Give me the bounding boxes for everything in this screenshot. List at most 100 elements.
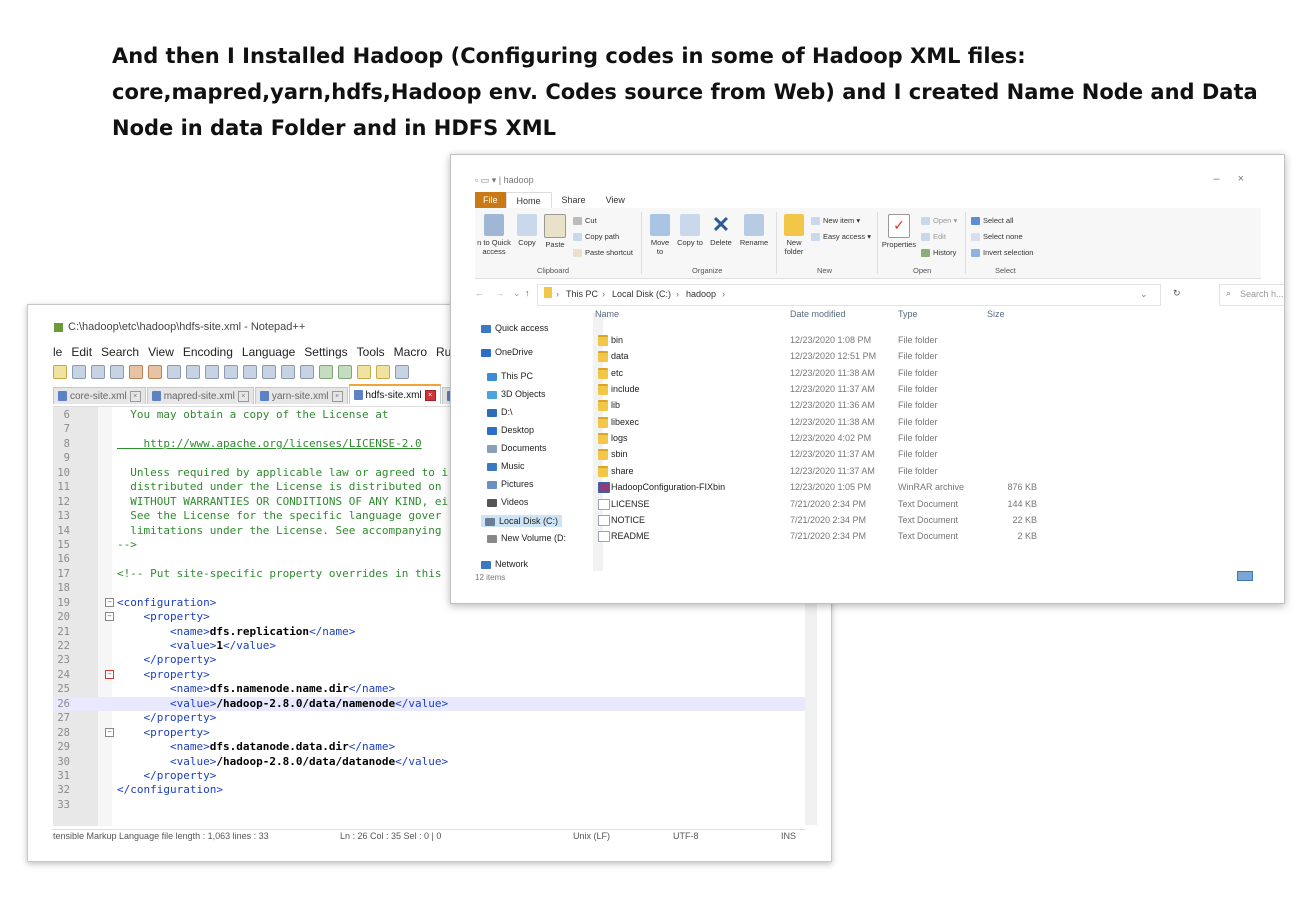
ribbon-tab-share[interactable]: Share xyxy=(552,192,596,208)
save-all-icon[interactable] xyxy=(110,365,124,379)
cut-icon[interactable] xyxy=(186,365,200,379)
zoom-in-icon[interactable] xyxy=(319,365,333,379)
tab-close-icon[interactable]: × xyxy=(424,389,436,401)
nav-item[interactable]: Quick access xyxy=(481,323,549,333)
fold-toggle-icon[interactable]: − xyxy=(105,727,114,737)
nav-item[interactable]: OneDrive xyxy=(481,347,533,357)
up-arrow-icon[interactable]: ↑ xyxy=(525,288,530,298)
invert-selection-button[interactable]: Invert selection xyxy=(971,248,1033,258)
nav-item[interactable]: Videos xyxy=(487,497,528,507)
forward-arrow-icon[interactable]: → xyxy=(495,288,504,298)
properties-button[interactable]: ✓ Properties xyxy=(880,214,918,249)
copy-to-button[interactable]: Copy to xyxy=(677,214,703,247)
breadcrumb-this-pc[interactable]: This PC xyxy=(566,289,598,299)
new-folder-button[interactable]: New folder xyxy=(781,214,807,256)
file-row[interactable]: lib 12/23/2020 11:36 AM File folder xyxy=(595,398,1235,414)
file-row[interactable]: include 12/23/2020 11:37 AM File folder xyxy=(595,382,1235,398)
fold-toggle-icon[interactable]: − xyxy=(105,612,114,622)
tab-close-icon[interactable]: × xyxy=(129,390,141,402)
address-dropdown-icon[interactable]: ⌄ xyxy=(1140,289,1148,300)
menu-item[interactable]: le xyxy=(53,345,62,359)
undo-icon[interactable] xyxy=(243,365,257,379)
redo-icon[interactable] xyxy=(262,365,276,379)
nav-item[interactable]: New Volume (D: xyxy=(487,533,566,543)
pin-quick-access-button[interactable]: n to Quick access xyxy=(477,214,511,256)
rename-button[interactable]: Rename xyxy=(737,214,771,247)
find-icon[interactable] xyxy=(281,365,295,379)
menu-item[interactable]: View xyxy=(148,345,174,359)
copy-icon[interactable] xyxy=(205,365,219,379)
new-file-icon[interactable] xyxy=(53,365,67,379)
file-row[interactable]: LICENSE 7/21/2020 2:34 PM Text Document 144… xyxy=(595,497,1235,513)
file-row[interactable]: sbin 12/23/2020 11:37 AM File folder xyxy=(595,447,1235,463)
new-item-button[interactable]: New item ▾ xyxy=(811,216,860,226)
address-bar[interactable]: › This PC › Local Disk (C:) › hadoop › ⌄ xyxy=(537,284,1161,306)
paste-button[interactable]: Paste xyxy=(543,214,567,249)
open-button[interactable]: Open ▾ xyxy=(921,216,957,226)
column-header-name[interactable]: Name xyxy=(595,309,619,325)
open-file-icon[interactable] xyxy=(72,365,86,379)
file-row[interactable]: share 12/23/2020 11:37 AM File folder xyxy=(595,464,1235,480)
paste-icon[interactable] xyxy=(224,365,238,379)
close-file-icon[interactable] xyxy=(129,365,143,379)
recent-chevron-icon[interactable]: ⌄ xyxy=(513,288,521,299)
menu-item[interactable]: Edit xyxy=(71,345,92,359)
select-none-button[interactable]: Select none xyxy=(971,232,1023,242)
nav-item[interactable]: Network xyxy=(481,559,528,569)
select-all-button[interactable]: Select all xyxy=(971,216,1013,226)
zoom-out-icon[interactable] xyxy=(338,365,352,379)
close-all-icon[interactable] xyxy=(148,365,162,379)
cut-button[interactable]: Cut xyxy=(573,216,597,226)
menu-item[interactable]: Search xyxy=(101,345,139,359)
history-button[interactable]: History xyxy=(921,248,956,258)
window-controls[interactable]: –× xyxy=(1213,173,1262,185)
easy-access-button[interactable]: Easy access ▾ xyxy=(811,232,871,242)
column-header-date[interactable]: Date modified xyxy=(790,309,846,325)
copy-button[interactable]: Copy xyxy=(515,214,539,247)
tab[interactable]: mapred-site.xml × xyxy=(146,387,254,404)
tab-close-icon[interactable]: × xyxy=(331,390,343,402)
ribbon-tab-home[interactable]: Home xyxy=(505,192,552,208)
file-row[interactable]: HadoopConfiguration-FIXbin 12/23/2020 1:0… xyxy=(595,480,1235,496)
file-row[interactable]: NOTICE 7/21/2020 2:34 PM Text Document 22 K… xyxy=(595,513,1235,529)
fold-toggle-icon[interactable]: − xyxy=(105,597,114,607)
menu-item[interactable]: Macro xyxy=(394,345,427,359)
tab-close-icon[interactable]: × xyxy=(237,390,249,402)
print-icon[interactable] xyxy=(167,365,181,379)
tab[interactable]: core-site.xml × xyxy=(53,387,146,404)
nav-item[interactable]: Local Disk (C:) xyxy=(481,515,563,527)
replace-icon[interactable] xyxy=(300,365,314,379)
file-row[interactable]: bin 12/23/2020 1:08 PM File folder xyxy=(595,333,1235,349)
menu-item[interactable]: Tools xyxy=(357,345,385,359)
nav-item[interactable]: 3D Objects xyxy=(487,389,546,399)
nav-item[interactable]: Documents xyxy=(487,443,547,453)
file-row[interactable]: README 7/21/2020 2:34 PM Text Document 2 KB xyxy=(595,529,1235,545)
menu-item[interactable]: Settings xyxy=(304,345,347,359)
nav-item[interactable]: Music xyxy=(487,461,525,471)
paste-shortcut-button[interactable]: Paste shortcut xyxy=(573,248,633,258)
file-row[interactable]: data 12/23/2020 12:51 PM File folder xyxy=(595,349,1235,365)
move-to-button[interactable]: Move to xyxy=(647,214,673,256)
word-wrap-icon[interactable] xyxy=(395,365,409,379)
nav-item[interactable]: Desktop xyxy=(487,425,534,435)
menu-item[interactable]: Encoding xyxy=(183,345,233,359)
breadcrumb-hadoop[interactable]: hadoop xyxy=(686,289,716,299)
nav-item[interactable]: This PC xyxy=(487,371,533,381)
menu-item[interactable]: Language xyxy=(242,345,295,359)
column-header-size[interactable]: Size xyxy=(987,309,1005,325)
column-header-type[interactable]: Type xyxy=(898,309,918,325)
tab[interactable]: yarn-site.xml × xyxy=(254,387,348,404)
file-row[interactable]: libexec 12/23/2020 11:38 AM File folder xyxy=(595,415,1235,431)
back-arrow-icon[interactable]: ← xyxy=(475,288,484,298)
refresh-icon[interactable]: ↻ xyxy=(1173,288,1181,299)
save-icon[interactable] xyxy=(91,365,105,379)
tab-active[interactable]: hdfs-site.xml × xyxy=(348,384,441,404)
file-row[interactable]: etc 12/23/2020 11:38 AM File folder xyxy=(595,366,1235,382)
ribbon-tab-file[interactable]: File xyxy=(475,192,506,208)
nav-item[interactable]: D:\ xyxy=(487,407,513,417)
fold-toggle-icon[interactable]: − xyxy=(105,669,114,679)
delete-button[interactable]: ✕ Delete xyxy=(707,214,735,248)
nav-item[interactable]: Pictures xyxy=(487,479,534,489)
sync-scroll-h-icon[interactable] xyxy=(376,365,390,379)
edit-button[interactable]: Edit xyxy=(921,232,946,242)
